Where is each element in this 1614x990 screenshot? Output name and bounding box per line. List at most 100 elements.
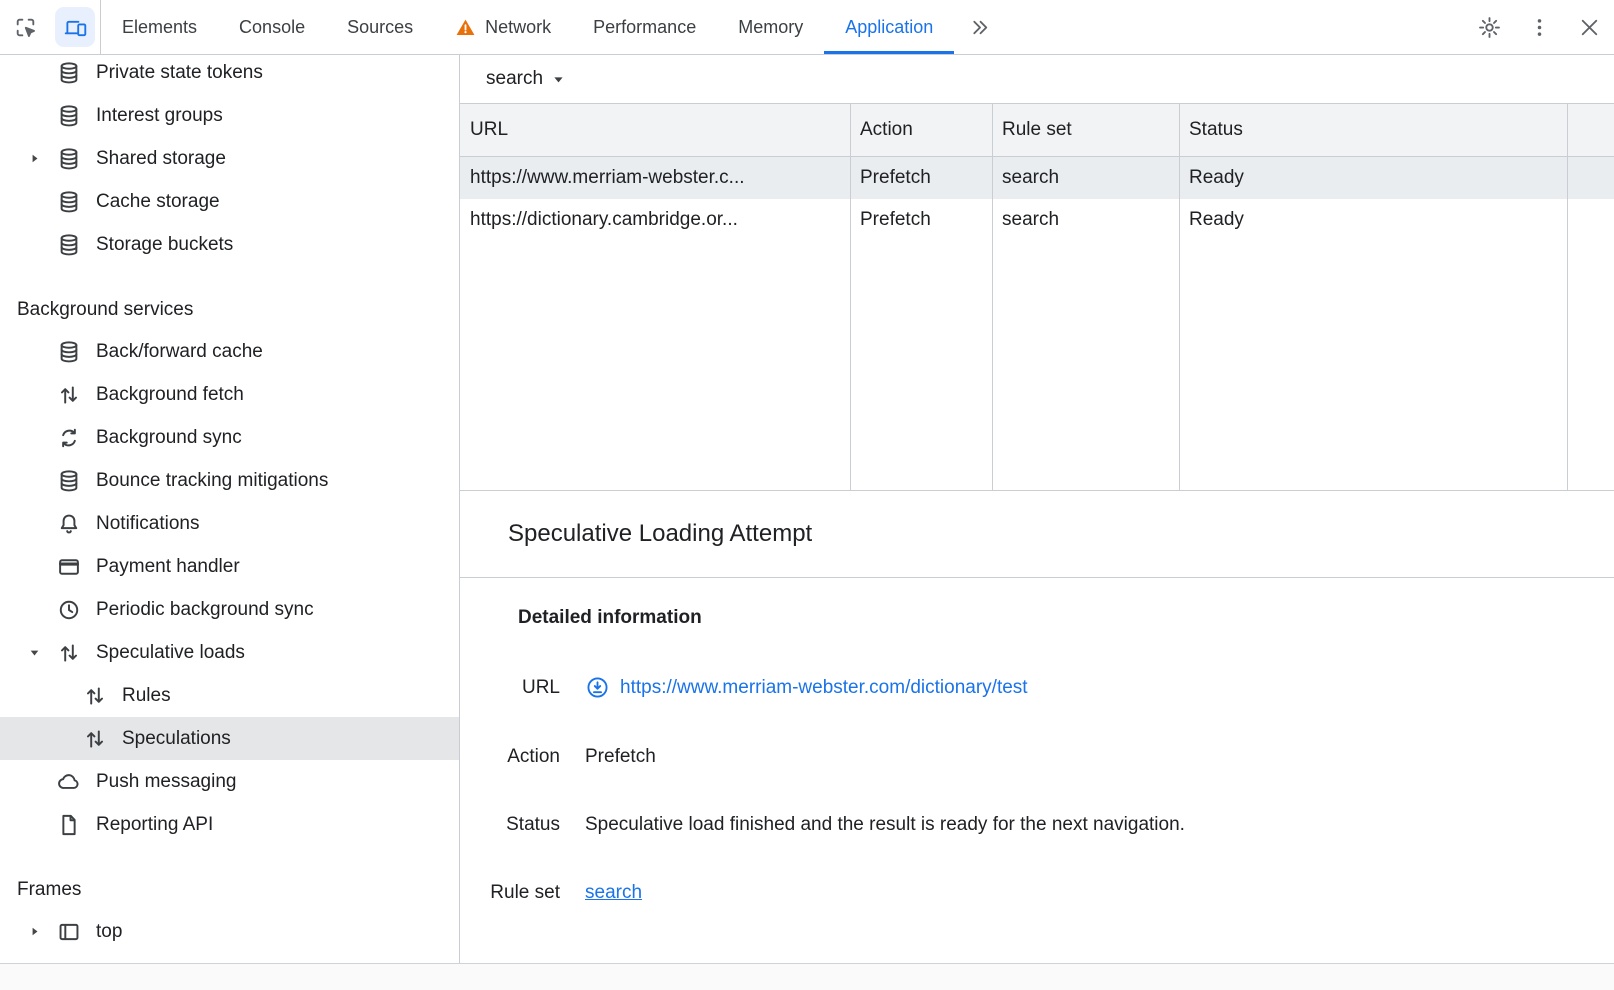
table-row[interactable]: https://www.merriam-webster.c...Prefetch… — [460, 157, 1614, 199]
toolbar-left-buttons — [0, 0, 100, 54]
database-icon — [54, 339, 84, 365]
column-header-url: URL — [460, 119, 850, 141]
tab-elements[interactable]: Elements — [101, 0, 218, 54]
detail-value-link[interactable]: https://www.merriam-webster.com/dictiona… — [620, 677, 1028, 699]
detail-field-rule-set: Rule set search — [460, 882, 1614, 904]
tab-label: Console — [239, 17, 305, 38]
table-body: https://www.merriam-webster.c...Prefetch… — [460, 157, 1614, 241]
sidebar-item-reporting-api[interactable]: Reporting API — [0, 803, 459, 846]
close-button[interactable] — [1564, 0, 1614, 54]
cell-status: Ready — [1179, 167, 1567, 189]
sidebar-item-background-sync[interactable]: Background sync — [0, 416, 459, 459]
table-row[interactable]: https://dictionary.cambridge.or...Prefet… — [460, 199, 1614, 241]
detail-value: Speculative load finished and the result… — [585, 814, 1185, 836]
kebab-menu-button[interactable] — [1514, 0, 1564, 54]
tab-label: Sources — [347, 17, 413, 38]
sidebar-item-shared-storage[interactable]: Shared storage — [0, 137, 459, 180]
devtools-content: Private state tokens Interest groups Share… — [0, 55, 1614, 963]
sidebar-item-label: Speculations — [122, 728, 231, 750]
sidebar-item-bounce-tracking-mitigations[interactable]: Bounce tracking mitigations — [0, 459, 459, 502]
tab-console[interactable]: Console — [218, 0, 326, 54]
toolbar-spacer — [1004, 0, 1464, 54]
detailed-information-heading: Detailed information — [518, 607, 1614, 629]
sidebar-item-cache-storage[interactable]: Cache storage — [0, 180, 459, 223]
sidebar-item-background-fetch[interactable]: Background fetch — [0, 373, 459, 416]
sidebar-item-speculations[interactable]: Speculations — [0, 717, 459, 760]
tab-application[interactable]: Application — [824, 0, 954, 54]
arrows-updown-icon — [54, 382, 84, 408]
column-header-action: Action — [850, 119, 992, 141]
detail-field-status: StatusSpeculative load finished and the … — [460, 814, 1614, 836]
document-icon — [54, 812, 84, 838]
sidebar-item-interest-groups[interactable]: Interest groups — [0, 94, 459, 137]
close-icon — [1577, 15, 1602, 40]
sidebar-item-label: Storage buckets — [96, 234, 233, 256]
expander-collapsed-icon[interactable] — [14, 925, 54, 938]
sidebar-item-label: Private state tokens — [96, 62, 263, 84]
sidebar-section-frames: Frames — [0, 870, 459, 910]
sidebar-item-speculative-loads[interactable]: Speculative loads — [0, 631, 459, 674]
tab-label: Performance — [593, 17, 696, 38]
dropdown-arrow-icon — [549, 70, 568, 89]
sidebar-item-label: Push messaging — [96, 771, 236, 793]
inspect-button[interactable] — [0, 0, 50, 54]
tab-memory[interactable]: Memory — [717, 0, 824, 54]
expander-collapsed-icon[interactable] — [14, 152, 54, 165]
tab-label: Application — [845, 17, 933, 38]
expander-expanded-icon[interactable] — [14, 646, 54, 659]
detail-label: Rule set — [460, 882, 560, 904]
device-toolbar-icon — [63, 15, 88, 40]
sidebar-item-label: Periodic background sync — [96, 599, 314, 621]
ruleset-filter-dropdown[interactable]: search — [486, 68, 568, 90]
sidebar-item-label: Interest groups — [96, 105, 223, 127]
toolbar-right-buttons — [1464, 0, 1614, 54]
cloud-icon — [54, 769, 84, 795]
database-icon — [54, 60, 84, 86]
cell-rule-set: search — [992, 209, 1179, 231]
detail-fields: URL https://www.merriam-webster.com/dicti… — [460, 675, 1614, 904]
cell-action: Prefetch — [850, 209, 992, 231]
sidebar-item-notifications[interactable]: Notifications — [0, 502, 459, 545]
device-toolbar-button[interactable] — [50, 0, 100, 54]
sidebar-item-back-forward-cache[interactable]: Back/forward cache — [0, 330, 459, 373]
detail-field-url: URL https://www.merriam-webster.com/dicti… — [460, 675, 1614, 700]
database-icon — [54, 103, 84, 129]
database-icon — [54, 146, 84, 172]
tab-network[interactable]: Network — [434, 0, 572, 54]
inspect-icon — [13, 15, 38, 40]
sidebar-item-push-messaging[interactable]: Push messaging — [0, 760, 459, 803]
attempt-section-header: Speculative Loading Attempt — [460, 491, 1614, 578]
frame-icon — [54, 919, 84, 945]
sidebar-item-storage-buckets[interactable]: Storage buckets — [0, 223, 459, 266]
detail-field-action: ActionPrefetch — [460, 746, 1614, 768]
devtools-toolbar: Elements Console Sources Network Performance… — [0, 0, 1614, 55]
sidebar-item-label: Background sync — [96, 427, 242, 449]
sidebar-item-payment-handler[interactable]: Payment handler — [0, 545, 459, 588]
sidebar-item-label: Shared storage — [96, 148, 226, 170]
sidebar-item-private-state-tokens[interactable]: Private state tokens — [0, 55, 459, 94]
ruleset-filter-label: search — [486, 68, 543, 90]
column-divider — [1567, 104, 1568, 490]
sidebar-item-top[interactable]: top — [0, 910, 459, 953]
application-sidebar: Private state tokens Interest groups Share… — [0, 55, 460, 963]
tab-performance[interactable]: Performance — [572, 0, 717, 54]
more-tabs-button[interactable] — [954, 0, 1004, 54]
detail-value: Prefetch — [585, 746, 656, 768]
detail-value-link[interactable]: search — [585, 882, 642, 904]
arrows-updown-icon — [54, 640, 84, 666]
column-divider — [1179, 104, 1180, 490]
column-divider — [850, 104, 851, 490]
tab-sources[interactable]: Sources — [326, 0, 434, 54]
database-icon — [54, 468, 84, 494]
settings-button[interactable] — [1464, 0, 1514, 54]
arrows-updown-icon — [80, 683, 110, 709]
bottom-strip — [0, 963, 1614, 990]
detail-label: URL — [460, 677, 560, 699]
database-icon — [54, 189, 84, 215]
sidebar-item-label: Background fetch — [96, 384, 244, 406]
sidebar-item-rules[interactable]: Rules — [0, 674, 459, 717]
database-icon — [54, 232, 84, 258]
sidebar-item-label: Notifications — [96, 513, 200, 535]
sidebar-item-periodic-background-sync[interactable]: Periodic background sync — [0, 588, 459, 631]
payment-card-icon — [54, 554, 84, 580]
